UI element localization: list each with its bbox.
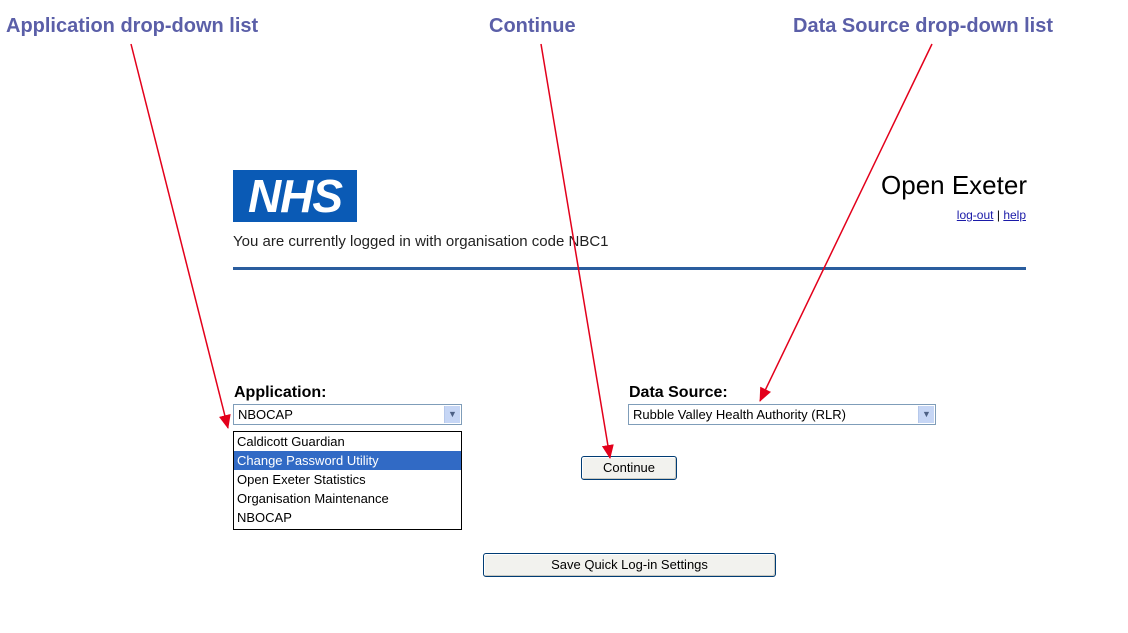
data-source-select[interactable]: Rubble Valley Health Authority (RLR) ▼ xyxy=(628,404,936,425)
chevron-down-icon[interactable]: ▼ xyxy=(444,406,460,423)
dropdown-option[interactable]: Caldicott Guardian xyxy=(234,432,461,451)
header-divider xyxy=(233,267,1026,270)
application-label: Application: xyxy=(234,384,327,401)
arrow-to-application-dropdown xyxy=(130,43,231,429)
application-select[interactable]: NBOCAP ▼ xyxy=(233,404,462,425)
help-link[interactable]: help xyxy=(1003,208,1026,222)
link-separator: | xyxy=(996,208,1000,222)
logout-link[interactable]: log-out xyxy=(957,208,994,222)
arrow-to-data-source-dropdown xyxy=(759,43,933,402)
arrow-to-continue-button xyxy=(540,43,614,459)
dropdown-option[interactable]: Organisation Maintenance xyxy=(234,489,461,508)
callout-application-dropdown: Application drop-down list xyxy=(6,15,259,37)
app-title: Open Exeter xyxy=(881,170,1027,200)
annotation-arrows xyxy=(130,43,933,459)
data-source-label: Data Source: xyxy=(629,384,728,401)
header-links: log-out | help xyxy=(957,208,1026,222)
callout-data-source-dropdown: Data Source drop-down list xyxy=(793,15,1054,37)
login-message: You are currently logged in with organis… xyxy=(233,233,609,250)
dropdown-option-highlighted[interactable]: Change Password Utility xyxy=(234,451,461,470)
data-source-select-value: Rubble Valley Health Authority (RLR) xyxy=(633,407,846,422)
continue-button[interactable]: Continue xyxy=(581,456,677,480)
callout-continue: Continue xyxy=(489,15,576,37)
dropdown-option[interactable]: Open Exeter Statistics xyxy=(234,470,461,489)
application-select-value: NBOCAP xyxy=(238,407,293,422)
nhs-logo: NHS xyxy=(233,170,357,222)
dropdown-option[interactable]: NBOCAP xyxy=(234,508,461,527)
save-quick-login-button[interactable]: Save Quick Log-in Settings xyxy=(483,553,776,577)
chevron-down-icon[interactable]: ▼ xyxy=(918,406,934,423)
application-dropdown-list: Caldicott Guardian Change Password Utili… xyxy=(233,431,462,530)
